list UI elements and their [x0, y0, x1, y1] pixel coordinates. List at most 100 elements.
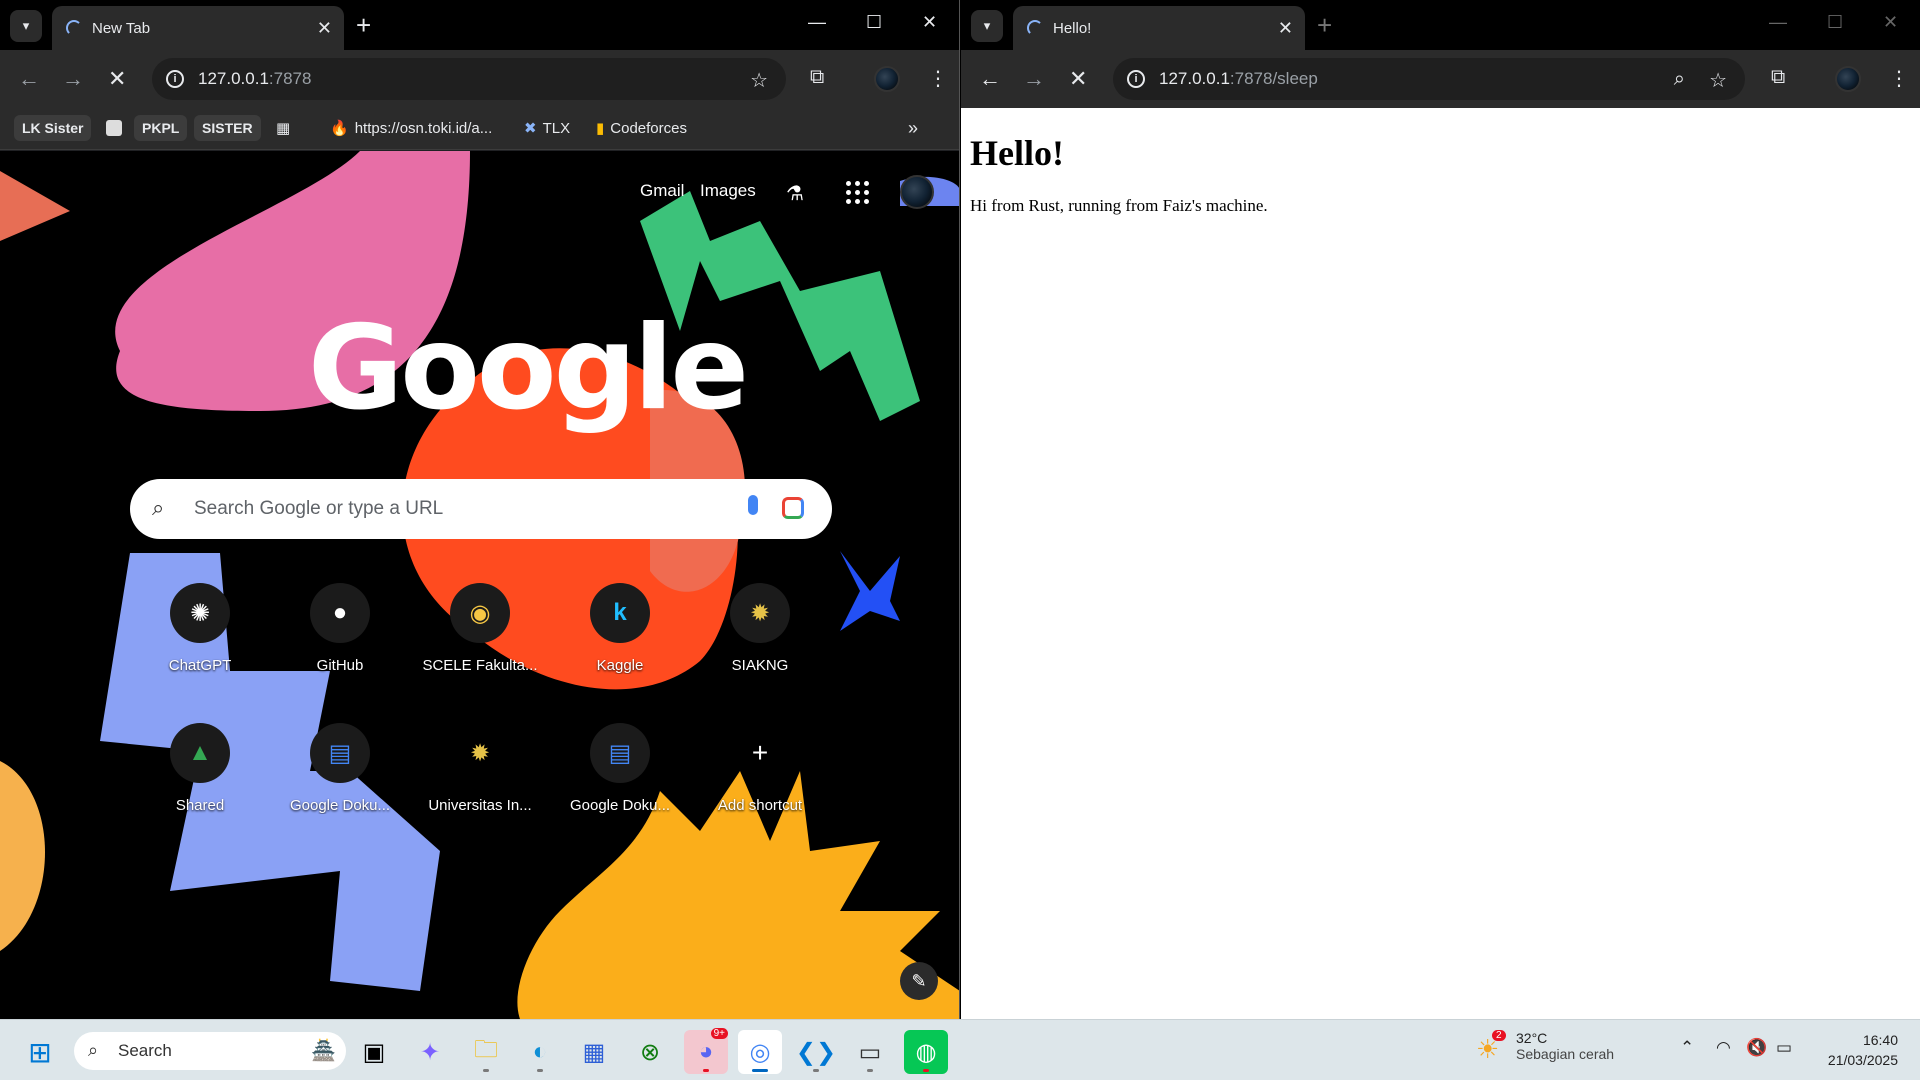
shortcut-tile[interactable]: ◉ SCELE Fakulta...	[420, 583, 540, 674]
chrome-icon[interactable]: ◎	[738, 1030, 782, 1074]
toolbar: ← → ✕ i 127.0.0.1:7878/sleep ⌕ ☆ ⧉ ⋮	[961, 50, 1920, 108]
google-lens-icon[interactable]	[782, 497, 804, 519]
shortcut-tile[interactable]: ▲ Shared	[140, 723, 260, 814]
close-window-button[interactable]: ✕	[922, 12, 937, 33]
address-bar[interactable]: i 127.0.0.1:7878/sleep ⌕ ☆	[1113, 58, 1745, 100]
images-link[interactable]: Images	[700, 181, 756, 201]
add-shortcut-button[interactable]: + Add shortcut	[700, 723, 820, 814]
edge-icon[interactable]: ◐	[518, 1030, 562, 1074]
shortcut-tile[interactable]: ▤ Google Doku...	[280, 723, 400, 814]
shortcut-tile[interactable]: ✹ SIAKNG	[700, 583, 820, 674]
shortcut-label: Add shortcut	[717, 797, 803, 814]
gmail-link[interactable]: Gmail	[640, 181, 684, 201]
close-tab-icon[interactable]: ✕	[1278, 18, 1293, 39]
menu-icon[interactable]: ⋮	[928, 66, 948, 91]
bookmark-label: https://osn.toki.id/a...	[354, 119, 493, 137]
forward-button[interactable]: →	[1023, 66, 1045, 92]
tab-new-tab[interactable]: New Tab ✕	[52, 6, 344, 50]
bookmark-blank[interactable]	[98, 115, 130, 141]
stop-button[interactable]: ✕	[108, 66, 126, 92]
ntp-search-box[interactable]: ⌕ Search Google or type a URL	[130, 479, 832, 539]
tab-search-button[interactable]: ▾	[971, 10, 1003, 42]
store-icon[interactable]: ▦	[572, 1030, 616, 1074]
tray-chevron-icon[interactable]: ⌃	[1680, 1038, 1694, 1058]
search-icon: ⌕	[88, 1040, 99, 1060]
bookmarks-bar: LK Sister PKPL SISTER ▦ 🔥 https://osn.tok…	[0, 108, 959, 150]
address-bar[interactable]: i 127.0.0.1:7878 ☆	[152, 58, 786, 100]
forward-button[interactable]: →	[62, 66, 84, 92]
bookmark-pkpl[interactable]: PKPL	[134, 115, 188, 141]
extensions-icon[interactable]: ⧉	[1771, 66, 1785, 89]
minimize-button[interactable]: —	[1769, 12, 1787, 33]
task-view-icon[interactable]: ▣	[352, 1030, 396, 1074]
shortcut-label: Universitas In...	[428, 797, 532, 814]
bookmark-sister[interactable]: SISTER	[194, 115, 261, 141]
site-info-icon[interactable]: i	[166, 70, 184, 88]
copilot-icon[interactable]: ✦	[408, 1030, 452, 1074]
voice-search-icon[interactable]	[748, 495, 758, 515]
new-tab-button[interactable]: +	[356, 12, 371, 38]
bookmark-lk-sister[interactable]: LK Sister	[14, 115, 92, 141]
chatgpt-icon: ✺	[170, 583, 230, 643]
bookmark-star-icon[interactable]: ☆	[1709, 68, 1727, 93]
bookmark-star-icon[interactable]: ☆	[750, 68, 768, 93]
tlx-icon: ✖	[524, 120, 537, 137]
profile-avatar[interactable]	[874, 66, 900, 92]
docs-icon: ▤	[310, 723, 370, 783]
tab-title: Hello!	[1053, 19, 1092, 37]
file-explorer-icon[interactable]: 🗀	[464, 1030, 508, 1074]
xbox-icon[interactable]: ⊗	[628, 1030, 672, 1074]
start-windows-icon[interactable]: ⊞	[18, 1030, 62, 1074]
taskbar-search[interactable]: ⌕ Search 🏯	[74, 1032, 346, 1070]
customize-pencil-icon[interactable]: ✎	[900, 962, 938, 1000]
bookmark-tlx[interactable]: ✖ TLX	[516, 115, 578, 141]
site-info-icon[interactable]: i	[1127, 70, 1145, 88]
wifi-icon[interactable]: ◠	[1716, 1038, 1731, 1058]
bookmark-label: Codeforces	[610, 119, 687, 137]
github-icon: ●	[310, 583, 370, 643]
shortcut-label: SCELE Fakulta...	[422, 657, 538, 674]
minimize-button[interactable]: —	[808, 12, 826, 33]
line-icon[interactable]: ◍	[904, 1030, 948, 1074]
shortcut-tile[interactable]: k Kaggle	[560, 583, 680, 674]
shortcut-tile[interactable]: ✺ ChatGPT	[140, 583, 260, 674]
vscode-icon[interactable]: ❮❯	[794, 1030, 838, 1074]
maximize-button[interactable]: ☐	[866, 12, 882, 33]
labs-flask-icon[interactable]: ⚗	[786, 181, 804, 206]
shortcut-tile[interactable]: ▤ Google Doku...	[560, 723, 680, 814]
account-avatar[interactable]	[900, 175, 934, 209]
discord-icon[interactable]: ◕ 9+	[684, 1028, 728, 1074]
shortcut-tile[interactable]: ✹ Universitas In...	[420, 723, 540, 815]
tab-hello[interactable]: Hello! ✕	[1013, 6, 1305, 50]
maximize-button[interactable]: ☐	[1827, 12, 1843, 33]
time: 16:40	[1862, 1032, 1898, 1048]
browser-window-right: ▾ Hello! ✕ + — ☐ ✕ ← → ✕ i 127.0.0.1:787…	[961, 0, 1920, 1019]
weather-badge: 2	[1492, 1030, 1506, 1041]
bookmarks-overflow-icon[interactable]: »	[900, 115, 926, 141]
new-tab-button[interactable]: +	[1317, 12, 1332, 38]
page-paragraph: Hi from Rust, running from Faiz's machin…	[970, 196, 1268, 215]
battery-icon[interactable]: ▭	[1776, 1038, 1792, 1058]
close-tab-icon[interactable]: ✕	[317, 18, 332, 39]
google-apps-icon[interactable]	[846, 181, 869, 204]
extensions-icon[interactable]: ⧉	[810, 66, 824, 89]
terminal-icon[interactable]: ▭	[848, 1030, 892, 1074]
apps-grid-icon[interactable]: ▦	[268, 115, 298, 141]
menu-icon[interactable]: ⋮	[1889, 66, 1909, 91]
back-button[interactable]: ←	[979, 66, 1001, 92]
close-window-button[interactable]: ✕	[1883, 12, 1898, 33]
bookmark-osn-toki[interactable]: 🔥 https://osn.toki.id/a...	[322, 115, 500, 141]
weather-text: Sebagian cerah	[1516, 1046, 1615, 1062]
shortcut-label: Google Doku...	[569, 797, 671, 814]
volume-muted-icon[interactable]: 🔇	[1746, 1038, 1767, 1058]
zoom-icon[interactable]: ⌕	[1674, 68, 1685, 91]
tab-search-button[interactable]: ▾	[10, 10, 42, 42]
bookmark-codeforces[interactable]: ▮ Codeforces	[588, 115, 695, 141]
back-button[interactable]: ←	[18, 66, 40, 92]
stop-button[interactable]: ✕	[1069, 66, 1087, 92]
profile-avatar[interactable]	[1835, 66, 1861, 92]
clock[interactable]: 16:40 21/03/2025	[1812, 1030, 1898, 1070]
shortcut-tile[interactable]: ● GitHub	[280, 583, 400, 674]
weather-widget[interactable]: ☀ 2 32°C Sebagian cerah	[1476, 1030, 1615, 1064]
shortcut-label: Kaggle	[596, 657, 644, 674]
